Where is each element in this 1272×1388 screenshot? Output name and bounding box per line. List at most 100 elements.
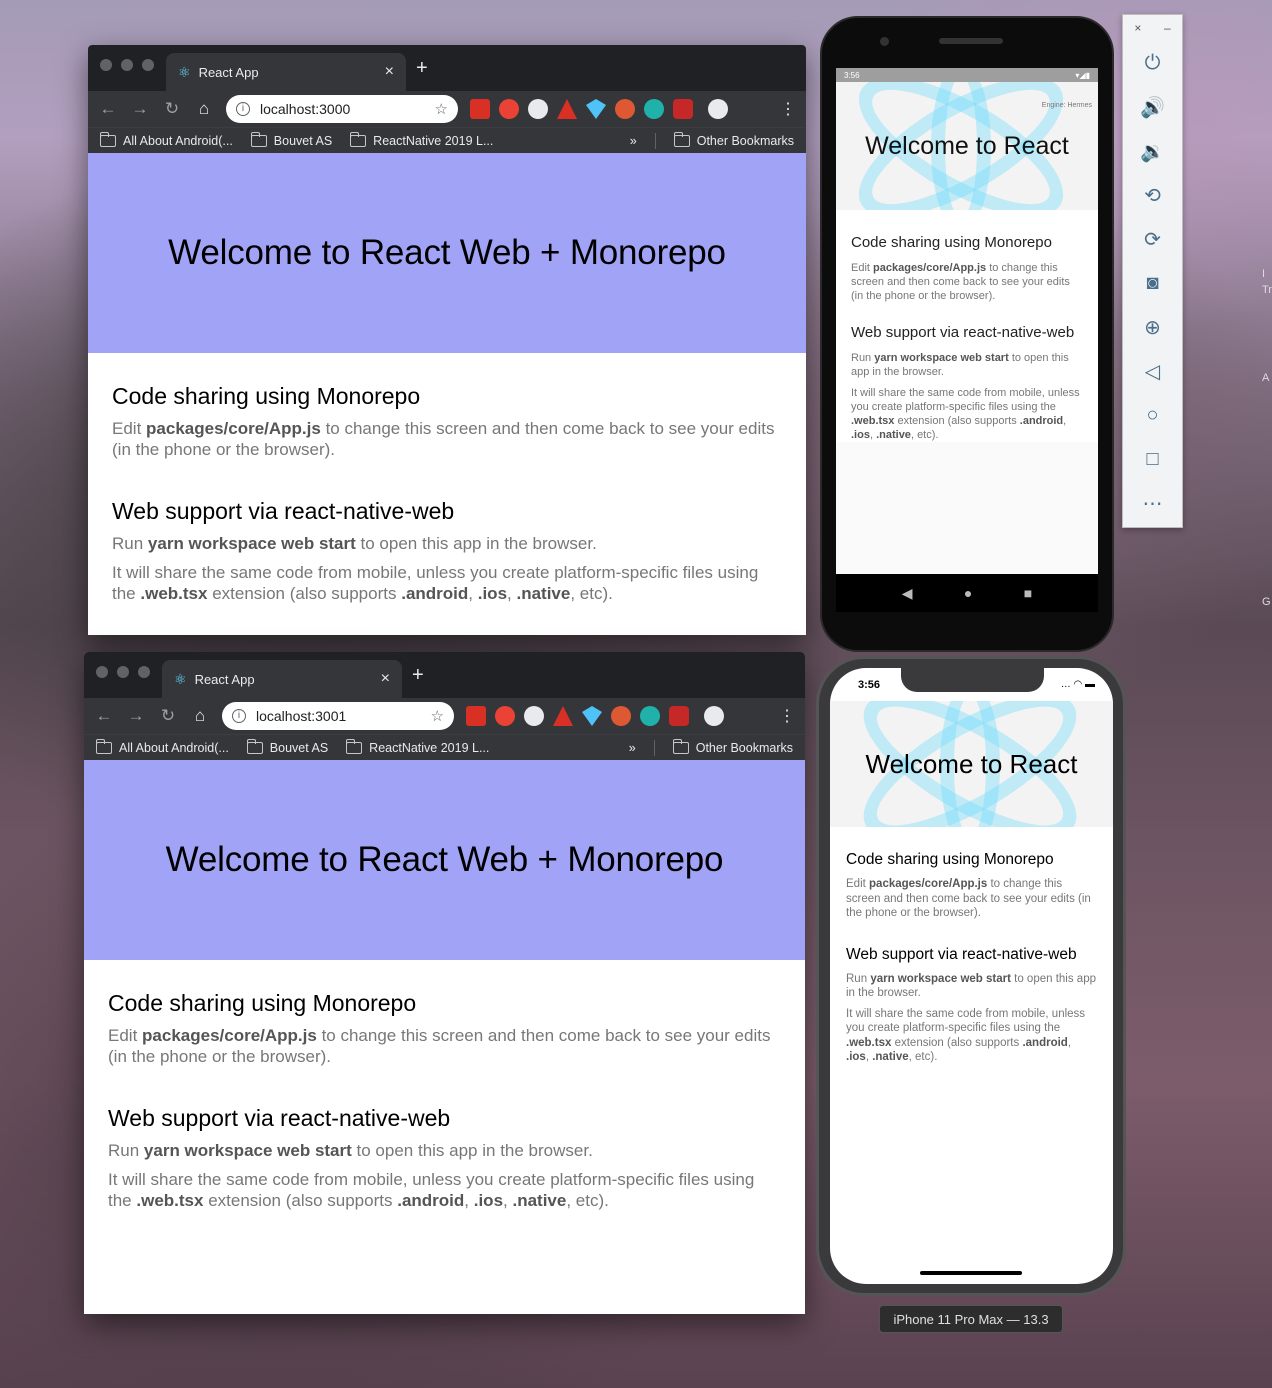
minimize-window-button[interactable] xyxy=(121,59,133,71)
section-title: Code sharing using Monorepo xyxy=(851,234,1052,251)
extension-stop-icon[interactable] xyxy=(499,99,519,119)
hero-title: Welcome to React xyxy=(865,131,1069,160)
extension-m-icon[interactable] xyxy=(640,706,660,726)
zoom-icon[interactable]: ⊕ xyxy=(1123,305,1182,349)
bookmark-star-icon[interactable]: ☆ xyxy=(435,100,448,118)
react-favicon-icon: ⚛ xyxy=(178,63,191,80)
extension-flask-icon[interactable] xyxy=(553,706,573,726)
nav-back-icon[interactable]: ◀ xyxy=(902,585,913,602)
page-content: Code sharing using Monorepo Edit package… xyxy=(84,960,805,1211)
folder-icon xyxy=(246,738,263,754)
extension-diamond-icon[interactable] xyxy=(582,706,602,726)
bookmark-folder[interactable]: Bouvet AS xyxy=(246,738,328,755)
hero-title: Welcome to React Web + Monorepo xyxy=(168,233,726,272)
back-icon[interactable]: ← xyxy=(94,706,114,726)
info-icon[interactable]: i xyxy=(232,709,246,723)
tab-bar: ⚛ React App × + xyxy=(88,45,806,91)
overview-icon[interactable]: □ xyxy=(1123,437,1182,481)
folder-icon xyxy=(100,131,116,147)
extension-bug-icon[interactable] xyxy=(673,99,693,119)
forward-icon[interactable]: → xyxy=(130,99,150,119)
close-icon[interactable]: × xyxy=(1134,21,1141,41)
tab-bar: ⚛ React App × + xyxy=(84,652,805,698)
bookmark-folder[interactable]: Bouvet AS xyxy=(250,131,332,148)
home-icon[interactable]: ⌂ xyxy=(190,706,210,726)
section-text: It will share the same code from mobile,… xyxy=(112,563,759,603)
camera-icon xyxy=(880,37,889,46)
reload-icon[interactable]: ↻ xyxy=(158,706,178,726)
new-tab-button[interactable]: + xyxy=(416,57,428,80)
bookmark-star-icon[interactable]: ☆ xyxy=(431,707,444,725)
address-bar[interactable]: i localhost:3000 ☆ xyxy=(226,95,458,123)
extension-red-icon[interactable] xyxy=(466,706,486,726)
info-icon[interactable]: i xyxy=(236,102,250,116)
extension-white-icon[interactable] xyxy=(528,99,548,119)
extension-duck-icon[interactable] xyxy=(615,99,635,119)
section-text: Run yarn workspace web start to open thi… xyxy=(108,1141,593,1160)
status-time: 3:56 xyxy=(858,679,881,691)
back-icon[interactable]: ◁ xyxy=(1123,349,1182,393)
profile-avatar[interactable] xyxy=(704,706,724,726)
tab-react-app[interactable]: ⚛ React App × xyxy=(166,53,406,91)
address-bar[interactable]: i localhost:3001 ☆ xyxy=(222,702,454,730)
close-window-button[interactable] xyxy=(100,59,112,71)
power-icon[interactable]: ⏻ xyxy=(1123,41,1182,85)
menu-icon[interactable]: ⋮ xyxy=(779,706,795,726)
more-bookmarks-icon[interactable]: » xyxy=(630,134,637,148)
camera-icon[interactable]: ◙ xyxy=(1123,261,1182,305)
rotate-right-icon[interactable]: ⟳ xyxy=(1123,217,1182,261)
reload-icon[interactable]: ↻ xyxy=(162,99,182,119)
divider xyxy=(653,739,655,756)
zoom-window-button[interactable] xyxy=(142,59,154,71)
back-icon[interactable]: ← xyxy=(98,99,118,119)
extension-red-icon[interactable] xyxy=(470,99,490,119)
url-text[interactable]: localhost:3000 xyxy=(260,101,425,117)
section-text: Edit packages/core/App.js to change this… xyxy=(846,878,1091,919)
iphone-simulator: 3:56 … ◠ ▬ Welcome to React Code sharing… xyxy=(816,656,1126,1296)
iphone-screen: 3:56 … ◠ ▬ Welcome to React Code sharing… xyxy=(830,668,1113,1284)
url-text[interactable]: localhost:3001 xyxy=(256,708,421,724)
folder-icon xyxy=(346,738,363,754)
battery-icon: ▾◢▮ xyxy=(1075,70,1090,80)
extension-duck-icon[interactable] xyxy=(611,706,631,726)
other-bookmarks[interactable]: Other Bookmarks xyxy=(673,131,794,148)
extension-flask-icon[interactable] xyxy=(557,99,577,119)
extension-diamond-icon[interactable] xyxy=(586,99,606,119)
profile-avatar[interactable] xyxy=(708,99,728,119)
bookmark-folder[interactable]: ReactNative 2019 L... xyxy=(346,738,489,755)
volume-down-icon[interactable]: 🔉 xyxy=(1123,129,1182,173)
extension-m-icon[interactable] xyxy=(644,99,664,119)
tab-react-app[interactable]: ⚛ React App × xyxy=(162,660,402,698)
bookmark-folder[interactable]: ReactNative 2019 L... xyxy=(350,131,493,148)
section-title: Web support via react-native-web xyxy=(112,498,455,524)
close-window-button[interactable] xyxy=(96,666,108,678)
extension-stop-icon[interactable] xyxy=(495,706,515,726)
extension-white-icon[interactable] xyxy=(524,706,544,726)
nav-home-icon[interactable]: ● xyxy=(964,585,972,601)
extensions xyxy=(470,99,728,119)
close-tab-icon[interactable]: × xyxy=(385,63,394,81)
volume-up-icon[interactable]: 🔊 xyxy=(1123,85,1182,129)
home-indicator[interactable] xyxy=(920,1271,1022,1275)
bookmark-folder[interactable]: All About Android(... xyxy=(100,131,233,148)
rotate-left-icon[interactable]: ⟲ xyxy=(1123,173,1182,217)
more-bookmarks-icon[interactable]: » xyxy=(629,741,636,755)
minimize-icon[interactable]: – xyxy=(1164,21,1171,41)
bookmark-folder[interactable]: All About Android(... xyxy=(96,738,229,755)
section-text: Run yarn workspace web start to open thi… xyxy=(112,534,597,553)
folder-icon xyxy=(250,131,267,147)
home-icon[interactable]: ○ xyxy=(1123,393,1182,437)
zoom-window-button[interactable] xyxy=(138,666,150,678)
nav-recents-icon[interactable]: ■ xyxy=(1024,585,1032,601)
forward-icon[interactable]: → xyxy=(126,706,146,726)
home-icon[interactable]: ⌂ xyxy=(194,99,214,119)
extension-bug-icon[interactable] xyxy=(669,706,689,726)
minimize-window-button[interactable] xyxy=(117,666,129,678)
menu-icon[interactable]: ⋮ xyxy=(780,99,796,119)
toolbar: ← → ↻ ⌂ i localhost:3000 ☆ ⋮ xyxy=(88,91,806,127)
other-bookmarks[interactable]: Other Bookmarks xyxy=(672,738,793,755)
section-title: Code sharing using Monorepo xyxy=(112,383,421,409)
new-tab-button[interactable]: + xyxy=(412,664,424,687)
close-tab-icon[interactable]: × xyxy=(381,670,390,688)
more-icon[interactable]: ⋯ xyxy=(1123,481,1182,525)
